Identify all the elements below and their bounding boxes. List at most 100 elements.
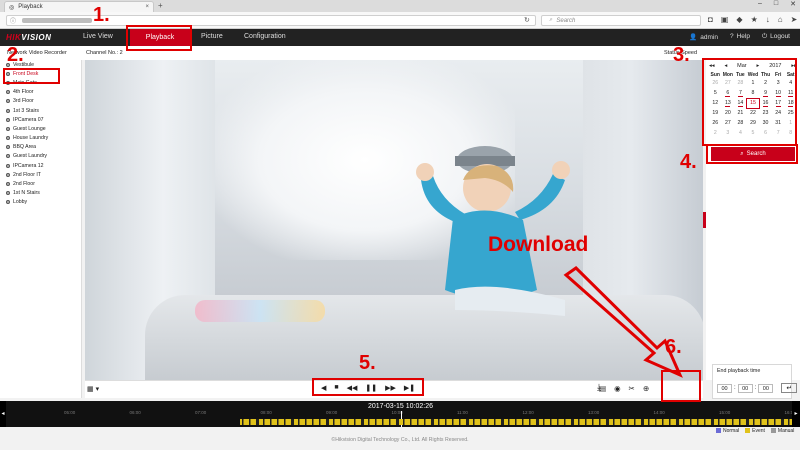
- annotation-number-4: 4.: [680, 151, 697, 173]
- timeline-gap-segment: [620, 419, 622, 425]
- window-layout-button[interactable]: ▦ ▾: [87, 385, 99, 393]
- timeline-tick-label: 08:00: [260, 410, 272, 415]
- camera-item[interactable]: 2nd Floor IT: [0, 170, 81, 179]
- legend-label: Event: [752, 428, 765, 434]
- timeline-tick-label: 07:00: [195, 410, 207, 415]
- annotation-number-6: 6.: [665, 336, 682, 358]
- minimize-icon[interactable]: –: [758, 0, 762, 8]
- camera-item[interactable]: 1st N Stairs: [0, 189, 81, 198]
- new-tab-button[interactable]: +: [158, 1, 163, 10]
- pocket-icon[interactable]: ▣: [721, 15, 729, 24]
- timeline-gap-segment: [403, 419, 405, 425]
- page-icon: ◎: [9, 4, 15, 11]
- timeline-current-time: 2017-03-15 10:02:26: [368, 403, 433, 410]
- search-icon: ⌕: [549, 17, 553, 23]
- timeline-gap-segment: [452, 419, 454, 425]
- camera-icon[interactable]: ◘: [708, 15, 713, 24]
- timeline-gap-segment: [284, 419, 286, 425]
- playback-video[interactable]: [85, 60, 703, 380]
- send-icon[interactable]: ➤: [791, 15, 798, 24]
- nav-configuration[interactable]: Configuration: [244, 33, 286, 40]
- camera-item[interactable]: IPCamera 07: [0, 115, 81, 124]
- timeline-gap-segment: [725, 419, 727, 425]
- end-minute-field[interactable]: 00: [737, 383, 753, 393]
- download-button[interactable]: ⤓: [590, 378, 608, 396]
- camera-item[interactable]: 3rd Floor: [0, 97, 81, 106]
- camera-label: 2nd Floor IT: [13, 171, 41, 178]
- camera-label: IPCamera 12: [13, 162, 44, 169]
- end-second-field[interactable]: 00: [758, 383, 774, 393]
- download-icon[interactable]: ↓: [766, 15, 770, 24]
- camera-list: Vestibule Front Desk Main Gate 4th Floor 3rd…: [0, 60, 82, 398]
- legend-item: Manual: [770, 428, 794, 434]
- home-icon[interactable]: ⌂: [778, 15, 783, 24]
- help-link[interactable]: ? Help: [730, 33, 750, 41]
- timeline-gap-segment: [711, 419, 714, 425]
- timeline-gap-segment: [655, 419, 657, 425]
- user-menu[interactable]: 👤 admin: [689, 33, 718, 41]
- browser-search-input[interactable]: ⌕ Search: [541, 15, 701, 26]
- camera-item[interactable]: House Laundry: [0, 134, 81, 143]
- camera-item[interactable]: Guest Laundry: [0, 152, 81, 161]
- camera-item[interactable]: 2nd Floor: [0, 179, 81, 188]
- timeline-gap-segment: [445, 419, 447, 425]
- timeline-gap-segment: [550, 419, 552, 425]
- end-playback-label: End playback time: [717, 368, 761, 374]
- maximize-icon[interactable]: □: [774, 0, 778, 8]
- timeline-tick-label: 14:00: [653, 410, 665, 415]
- timeline-gap-segment: [473, 419, 475, 425]
- timeline-tick-label: 11:00: [457, 410, 468, 415]
- timeline-gap-segment: [739, 419, 741, 425]
- camera-item[interactable]: Guest Lounge: [0, 124, 81, 133]
- timeline[interactable]: 05:00 06:00 07:00 08:00 09:00 10:00 11:00 12:00…: [6, 401, 796, 427]
- camera-item[interactable]: 1st 3 Stairs: [0, 106, 81, 115]
- close-window-icon[interactable]: ✕: [790, 0, 796, 8]
- timeline-gap-segment: [361, 419, 364, 425]
- camera-icon: [6, 145, 10, 150]
- timeline-gap-segment: [501, 419, 504, 425]
- download-icon: ⤓: [597, 381, 601, 392]
- enter-icon[interactable]: ↵: [781, 383, 798, 393]
- bookmark-star-icon[interactable]: ★: [751, 15, 758, 24]
- nav-live-view[interactable]: Live View: [83, 33, 113, 40]
- annotation-box-playback: [126, 25, 192, 51]
- annotation-box-download: [661, 370, 701, 402]
- camera-item[interactable]: IPCamera 12: [0, 161, 81, 170]
- info-icon: ⓘ: [10, 19, 17, 25]
- shield-icon[interactable]: ◆: [736, 15, 742, 24]
- camera-item[interactable]: 4th Floor: [0, 88, 81, 97]
- zoom-icon[interactable]: ⊕: [643, 384, 649, 393]
- camera-icon: [6, 99, 10, 104]
- browser-tab-bar: ◎ Playback × + – □ ✕: [0, 0, 800, 12]
- camera-icon: [6, 136, 10, 141]
- timeline-gap-segment: [732, 419, 734, 425]
- nav-picture[interactable]: Picture: [201, 33, 223, 40]
- capture-icon[interactable]: ◉: [614, 384, 621, 393]
- camera-item[interactable]: Lobby: [0, 198, 81, 207]
- end-hour-field[interactable]: 00: [717, 383, 732, 393]
- timeline-gap-segment: [543, 419, 545, 425]
- camera-icon: [6, 182, 10, 187]
- legend-item: Event: [745, 428, 765, 434]
- address-bar[interactable]: ⓘ: [6, 15, 536, 26]
- clip-icon[interactable]: ✂: [629, 384, 635, 393]
- close-tab-icon[interactable]: ×: [145, 4, 149, 10]
- timeline-gap-segment: [242, 419, 244, 425]
- browser-tab[interactable]: ◎ Playback ×: [4, 1, 154, 12]
- timeline-gap-segment: [627, 419, 629, 425]
- camera-icon: [6, 108, 10, 113]
- annotation-box-camera: [3, 68, 60, 84]
- logout-link[interactable]: ⏻ Logout: [762, 33, 790, 41]
- timeline-gap-segment: [291, 419, 294, 425]
- timeline-tick-label: 09:00: [326, 410, 338, 415]
- timeline-gap-segment: [767, 419, 769, 425]
- hikvision-logo: HIKVISION: [6, 33, 52, 42]
- camera-icon: [6, 163, 10, 168]
- camera-item[interactable]: BBQ Area: [0, 143, 81, 152]
- timeline-gap-segment: [606, 419, 609, 425]
- reload-icon[interactable]: ↻: [524, 16, 530, 24]
- timeline-gap-segment: [424, 419, 426, 425]
- timeline-next-icon[interactable]: ▸: [792, 401, 800, 427]
- timeline-gap-segment: [788, 419, 790, 425]
- timeline-gap-segment: [375, 419, 377, 425]
